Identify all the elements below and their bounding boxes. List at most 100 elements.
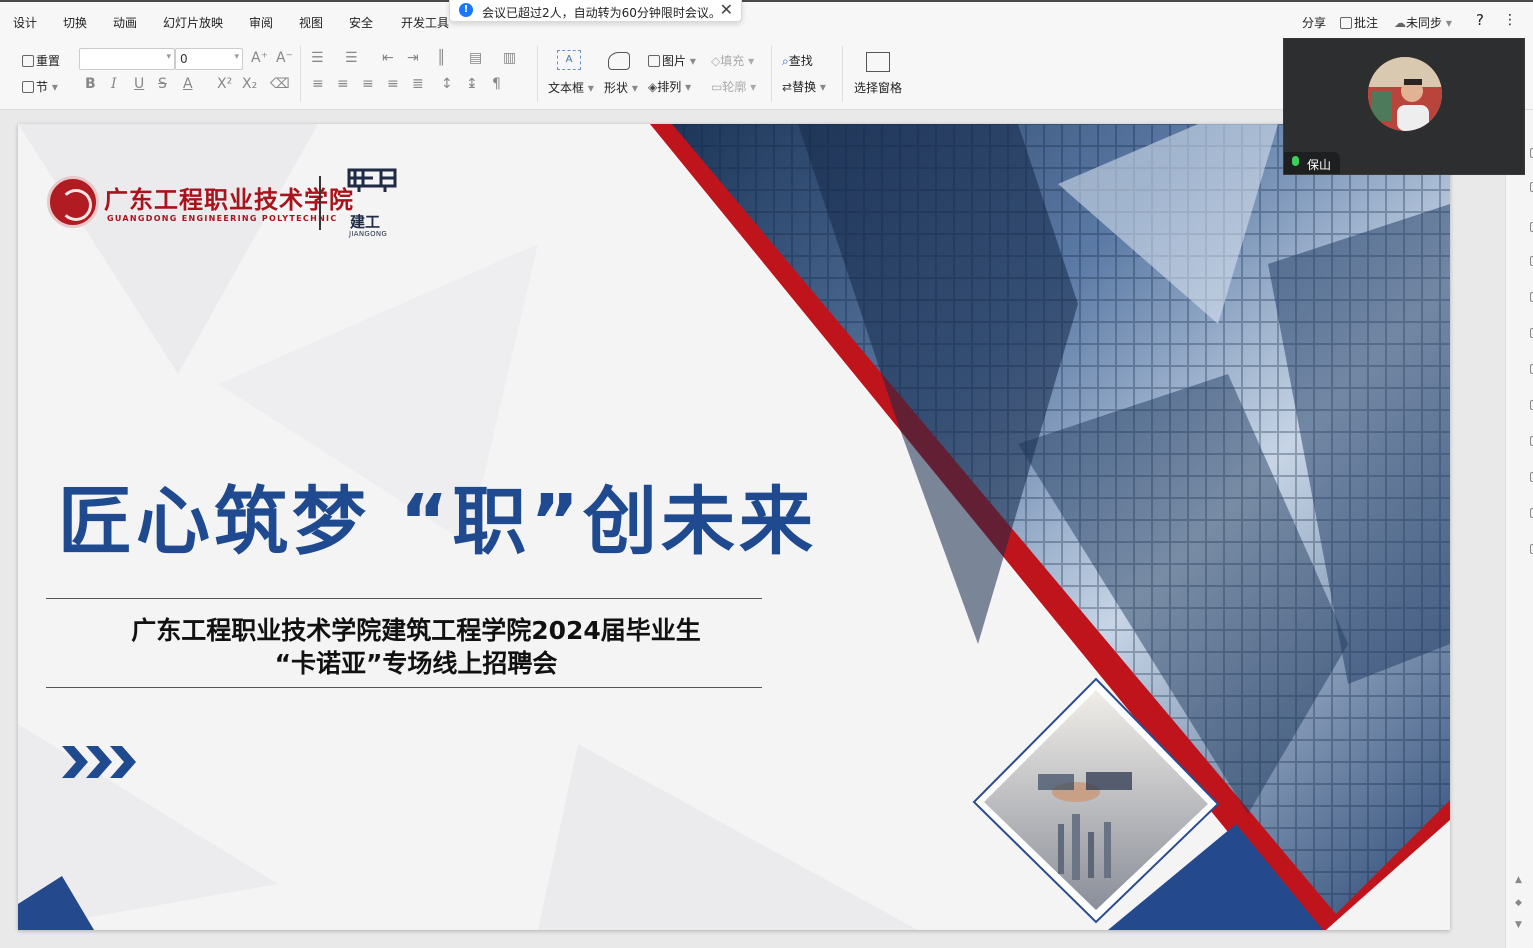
video-participant-tile[interactable]: 保山 bbox=[1283, 38, 1525, 175]
indent-icon[interactable]: ⇥ bbox=[407, 50, 419, 66]
slide-canvas[interactable]: 广东工程职业技术学院 GUANGDONG ENGINEERING POLYTEC… bbox=[18, 124, 1450, 930]
menu-design[interactable]: 设计 bbox=[13, 14, 37, 31]
jiangong-brand-english: JIANGONG bbox=[349, 230, 388, 238]
section-button[interactable]: 节 ▾ bbox=[22, 78, 58, 95]
toolbar-divider bbox=[537, 46, 538, 102]
arrange-icon: ◈ bbox=[648, 80, 658, 94]
jiangong-logo-icon bbox=[347, 168, 397, 192]
outdent-icon[interactable]: ⇤ bbox=[382, 50, 394, 66]
picture-icon bbox=[648, 55, 660, 67]
textbox-icon: A bbox=[557, 50, 581, 70]
font-family-select[interactable]: ▾ bbox=[79, 48, 175, 70]
line-spacing-icon[interactable]: ↕ bbox=[441, 76, 453, 92]
scroll-top-icon[interactable]: ▲ bbox=[1515, 875, 1522, 885]
toast-message: 会议已超过2人，自动转为60分钟限时会议。 bbox=[482, 6, 721, 20]
selection-pane-icon bbox=[866, 52, 890, 72]
comment-label: 批注 bbox=[1354, 16, 1379, 30]
arrange-button[interactable]: ◈排列 ▾ bbox=[648, 78, 691, 95]
strikethrough-icon[interactable]: S bbox=[158, 76, 167, 92]
menu-transition[interactable]: 切换 bbox=[63, 14, 87, 31]
textbox-label: 文本框 bbox=[548, 81, 585, 95]
align-left-icon[interactable]: ≡ bbox=[312, 76, 324, 92]
shape-label: 形状 bbox=[604, 81, 629, 95]
fill-button[interactable]: ◇填充 ▾ bbox=[711, 52, 754, 69]
reset-icon bbox=[22, 55, 34, 67]
text-direction-icon[interactable]: ║ bbox=[437, 50, 445, 66]
scroll-up-icon[interactable]: ◆ bbox=[1515, 898, 1522, 908]
align-center-icon[interactable]: ≡ bbox=[337, 76, 349, 92]
toolbar-divider bbox=[300, 46, 301, 102]
microphone-icon bbox=[1292, 156, 1299, 166]
outline-icon: ▭ bbox=[711, 80, 723, 94]
increase-font-icon[interactable]: A⁺ bbox=[251, 50, 268, 66]
slide-subtitle-line1[interactable]: 广东工程职业技术学院建筑工程学院2024届毕业生 bbox=[46, 611, 786, 647]
subscript-icon[interactable]: X₂ bbox=[242, 76, 257, 92]
find-button[interactable]: ⌕查找 bbox=[782, 52, 813, 69]
find-label: 查找 bbox=[788, 54, 813, 68]
arrange-label: 排列 bbox=[657, 80, 682, 94]
participant-name-tag: 保山 bbox=[1284, 152, 1340, 174]
participant-avatar bbox=[1368, 57, 1442, 131]
font-size-value: 0 bbox=[180, 52, 188, 66]
slide-title[interactable]: 匠心筑梦 “职”创未来 bbox=[58, 462, 817, 569]
reset-label: 重置 bbox=[36, 54, 61, 68]
decrease-font-icon[interactable]: A⁻ bbox=[276, 50, 293, 66]
menu-view[interactable]: 视图 bbox=[299, 14, 323, 31]
slide-subtitle-line2[interactable]: “卡诺亚”专场线上招聘会 bbox=[46, 644, 786, 680]
underline-icon[interactable]: U bbox=[134, 76, 144, 92]
search-icon: ⌕ bbox=[782, 54, 789, 68]
eraser-icon[interactable]: ⌫ bbox=[270, 76, 290, 92]
scroll-down-icon[interactable]: ▼ bbox=[1515, 920, 1522, 930]
fill-icon: ◇ bbox=[711, 54, 721, 68]
subtitle-rule-bottom bbox=[46, 687, 762, 688]
close-icon[interactable]: ✕ bbox=[720, 0, 733, 19]
paragraph-icon[interactable]: ¶ bbox=[492, 76, 501, 92]
columns-icon[interactable]: ▥ bbox=[503, 50, 516, 66]
picture-label: 图片 bbox=[662, 54, 687, 68]
selection-pane-button[interactable]: 选择窗格 bbox=[854, 79, 902, 96]
picture-button[interactable]: 图片 ▾ bbox=[648, 52, 696, 69]
distribute-icon[interactable]: ≣ bbox=[412, 76, 424, 92]
participant-name: 保山 bbox=[1307, 158, 1332, 172]
right-sidebar: ▲ ◆ ▼ bbox=[1505, 110, 1533, 948]
chevron-arrows-icon bbox=[62, 746, 136, 778]
align-text-icon[interactable]: ▤ bbox=[469, 50, 482, 66]
menu-review[interactable]: 审阅 bbox=[249, 14, 273, 31]
jiangong-brand-name: 建工 bbox=[350, 213, 381, 231]
numbered-list-icon[interactable]: ☰ bbox=[345, 50, 358, 66]
font-size-select[interactable]: 0 ▾ bbox=[175, 48, 243, 70]
textbox-button[interactable]: 文本框 ▾ bbox=[548, 79, 594, 96]
presentation-app: 设计 切换 动画 幻灯片放映 审阅 视图 安全 开发工具 分享 批注 ☁未同步 … bbox=[0, 0, 1533, 948]
logo-divider bbox=[319, 176, 321, 230]
sync-button[interactable]: ☁未同步 ▾ bbox=[1394, 14, 1452, 31]
replace-label: 替换 bbox=[792, 80, 817, 94]
college-logo-english: GUANGDONG ENGINEERING POLYTECHNIC bbox=[107, 214, 338, 223]
fill-label: 填充 bbox=[720, 54, 745, 68]
align-right-icon[interactable]: ≡ bbox=[362, 76, 374, 92]
paragraph-spacing-icon[interactable]: ↨ bbox=[466, 76, 478, 92]
menu-slideshow[interactable]: 幻灯片放映 bbox=[163, 14, 223, 31]
college-logo-name: 广东工程职业技术学院 bbox=[104, 185, 354, 214]
italic-icon[interactable]: I bbox=[111, 76, 117, 92]
info-icon: ! bbox=[459, 3, 473, 17]
superscript-icon[interactable]: X² bbox=[217, 76, 232, 92]
reset-button[interactable]: 重置 bbox=[22, 52, 60, 69]
replace-button[interactable]: ⇄替换 ▾ bbox=[782, 78, 826, 95]
menu-security[interactable]: 安全 bbox=[349, 14, 373, 31]
share-button[interactable]: 分享 bbox=[1302, 14, 1326, 31]
toolbar-divider bbox=[842, 46, 843, 102]
justify-icon[interactable]: ≡ bbox=[387, 76, 399, 92]
menu-developer[interactable]: 开发工具 bbox=[401, 14, 449, 31]
outline-label: 轮廓 bbox=[722, 80, 747, 94]
font-color-icon[interactable]: A bbox=[183, 76, 193, 92]
bold-icon[interactable]: B bbox=[85, 76, 96, 92]
more-button[interactable]: ⋮ bbox=[1503, 12, 1517, 28]
outline-button[interactable]: ▭轮廓 ▾ bbox=[711, 78, 756, 95]
bullet-list-icon[interactable]: ☰ bbox=[311, 50, 324, 66]
help-button[interactable]: ? bbox=[1476, 11, 1484, 29]
notification-toast: ! 会议已超过2人，自动转为60分钟限时会议。 ✕ bbox=[449, 0, 742, 22]
comment-icon bbox=[1340, 17, 1352, 29]
shape-button[interactable]: 形状 ▾ bbox=[604, 79, 638, 96]
comment-button[interactable]: 批注 bbox=[1340, 14, 1378, 31]
menu-animation[interactable]: 动画 bbox=[113, 14, 137, 31]
